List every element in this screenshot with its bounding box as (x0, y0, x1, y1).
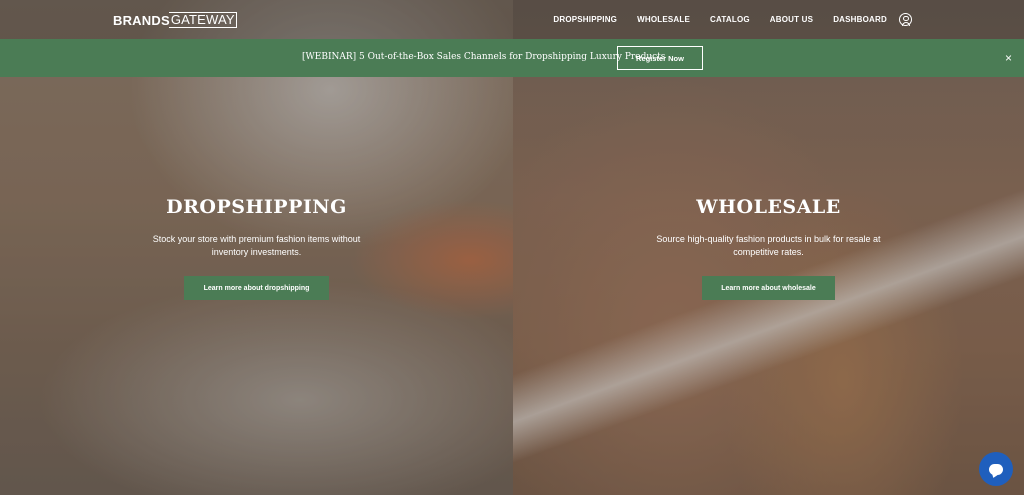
brandsgateway-logo[interactable]: BRANDS GATEWAY (113, 11, 237, 29)
chat-widget-button[interactable] (979, 452, 1013, 486)
register-now-button[interactable]: Register Now (617, 46, 703, 70)
close-icon[interactable]: × (1005, 51, 1012, 65)
learn-more-wholesale-button[interactable]: Learn more about wholesale (702, 276, 835, 300)
learn-more-dropshipping-button[interactable]: Learn more about dropshipping (184, 276, 329, 300)
dropshipping-description: Stock your store with premium fashion it… (0, 233, 513, 259)
nav-catalog[interactable]: CATALOG (710, 15, 750, 24)
logo-light-text: GATEWAY (168, 12, 237, 28)
wholesale-description-text: Source high-quality fashion products in … (656, 234, 881, 257)
user-account-icon[interactable] (899, 13, 912, 26)
site-header: BRANDS GATEWAY DROPSHIPPING WHOLESALE CAT… (0, 0, 1024, 39)
wholesale-title: WHOLESALE (696, 196, 841, 218)
dropshipping-title: DROPSHIPPING (166, 196, 347, 218)
logo-bold-text: BRANDS (113, 12, 170, 28)
nav-dropshipping[interactable]: DROPSHIPPING (553, 15, 617, 24)
wholesale-description: Source high-quality fashion products in … (513, 233, 1024, 259)
webinar-banner: [WEBINAR] 5 Out-of-the-Box Sales Channel… (0, 39, 1024, 77)
nav-wholesale[interactable]: WHOLESALE (637, 15, 690, 24)
banner-text: [WEBINAR] 5 Out-of-the-Box Sales Channel… (302, 52, 666, 62)
main-nav: DROPSHIPPING WHOLESALE CATALOG ABOUT US … (553, 0, 912, 39)
nav-about-us[interactable]: ABOUT US (770, 15, 813, 24)
chat-bubble-icon (989, 463, 1003, 475)
dropshipping-description-text: Stock your store with premium fashion it… (152, 234, 361, 257)
nav-dashboard[interactable]: DASHBOARD (833, 15, 887, 24)
